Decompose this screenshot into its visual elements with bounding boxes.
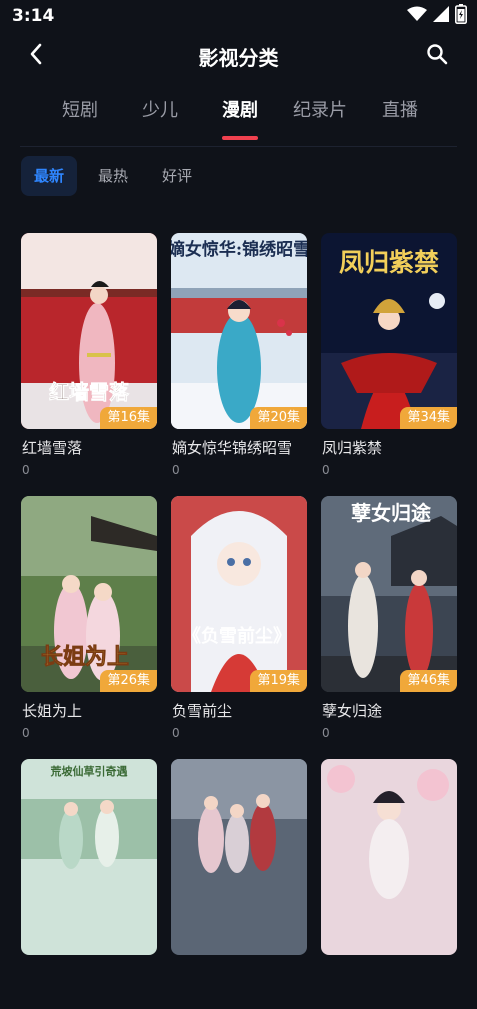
drama-card[interactable]: 红墙雪落 第16集 红墙雪落 0 [21,233,157,483]
card-count: 0 [22,463,30,477]
drama-card[interactable]: 《负雪前尘》 第19集 负雪前尘 0 [171,496,307,746]
wifi-icon [407,6,427,26]
episode-badge: 第46集 [400,670,457,692]
card-title: 嫡女惊华锦绣昭雪 [172,439,293,457]
poster-text: 嫡女惊华:锦绣昭雪 [171,239,307,260]
status-icons [407,4,467,28]
card-count: 0 [172,463,180,477]
episode-badge: 第16集 [100,407,157,429]
poster-text: 凤归紫禁 [339,248,439,277]
sort-top-rated[interactable]: 好评 [149,156,205,196]
drama-card[interactable]: 荒坡仙草引奇遇 [21,759,157,1009]
sort-hottest[interactable]: 最热 [85,156,141,196]
poster-text: 荒坡仙草引奇遇 [50,764,128,778]
status-bar: 3:14 [0,0,477,32]
tab-label: 少儿 [142,100,178,121]
card-count: 0 [322,726,330,740]
card-title: 孽女归途 [322,702,383,720]
signal-icon [433,6,449,26]
card-title: 长姐为上 [22,702,83,720]
tab-label: 漫剧 [222,100,258,121]
category-tabs: 短剧 少儿 漫剧 纪录片 直播 [40,86,460,142]
poster-image[interactable]: 嫡女惊华:锦绣昭雪 第20集 [171,233,307,429]
poster-image[interactable]: 《负雪前尘》 第19集 [171,496,307,692]
episode-badge: 第34集 [400,407,457,429]
poster-image[interactable]: 凤归紫禁 第34集 [321,233,457,429]
tab-comic-drama[interactable]: 漫剧 [200,86,280,142]
episode-badge: 第19集 [250,670,307,692]
episode-badge: 第20集 [250,407,307,429]
poster-text: 长姐为上 [41,644,129,670]
drama-card[interactable] [171,759,307,1009]
card-count: 0 [22,726,30,740]
divider [20,146,457,147]
poster-text: 《负雪前尘》 [183,625,291,647]
tab-label: 纪录片 [293,100,347,121]
drama-card[interactable]: 凤归紫禁 第34集 凤归紫禁 0 [321,233,457,483]
poster-text: 红墙雪落 [49,380,130,404]
drama-card[interactable]: 孽女归途 第46集 孽女归途 0 [321,496,457,746]
poster-image[interactable] [171,759,307,955]
drama-card[interactable]: 长姐为上 第26集 长姐为上 0 [21,496,157,746]
poster-image[interactable]: 荒坡仙草引奇遇 [21,759,157,955]
tab-live[interactable]: 直播 [360,86,440,142]
tab-label: 短剧 [62,100,98,121]
card-count: 0 [322,463,330,477]
episode-badge: 第26集 [100,670,157,692]
poster-image[interactable]: 红墙雪落 第16集 [21,233,157,429]
tab-label: 直播 [382,100,418,121]
tab-kids[interactable]: 少儿 [120,86,200,142]
tab-underline [222,136,258,140]
tab-short-drama[interactable]: 短剧 [40,86,120,142]
card-title: 红墙雪落 [22,439,83,457]
poster-image[interactable] [321,759,457,955]
header: 影视分类 [0,32,477,80]
battery-icon [455,4,467,28]
poster-text: 孽女归途 [351,501,432,525]
sort-tabs: 最新 最热 好评 [21,156,205,196]
sort-latest[interactable]: 最新 [21,156,78,196]
card-title: 负雪前尘 [172,702,233,720]
poster-image[interactable]: 长姐为上 第26集 [21,496,157,692]
card-count: 0 [172,726,180,740]
poster-image[interactable]: 孽女归途 第46集 [321,496,457,692]
search-button[interactable] [421,40,453,72]
page-title: 影视分类 [198,46,279,70]
status-time: 3:14 [12,6,55,26]
card-title: 凤归紫禁 [322,439,383,457]
tab-documentary[interactable]: 纪录片 [280,86,360,142]
drama-card[interactable] [321,759,457,1009]
drama-card[interactable]: 嫡女惊华:锦绣昭雪 第20集 嫡女惊华锦绣昭雪 0 [171,233,307,483]
search-icon [426,43,448,69]
